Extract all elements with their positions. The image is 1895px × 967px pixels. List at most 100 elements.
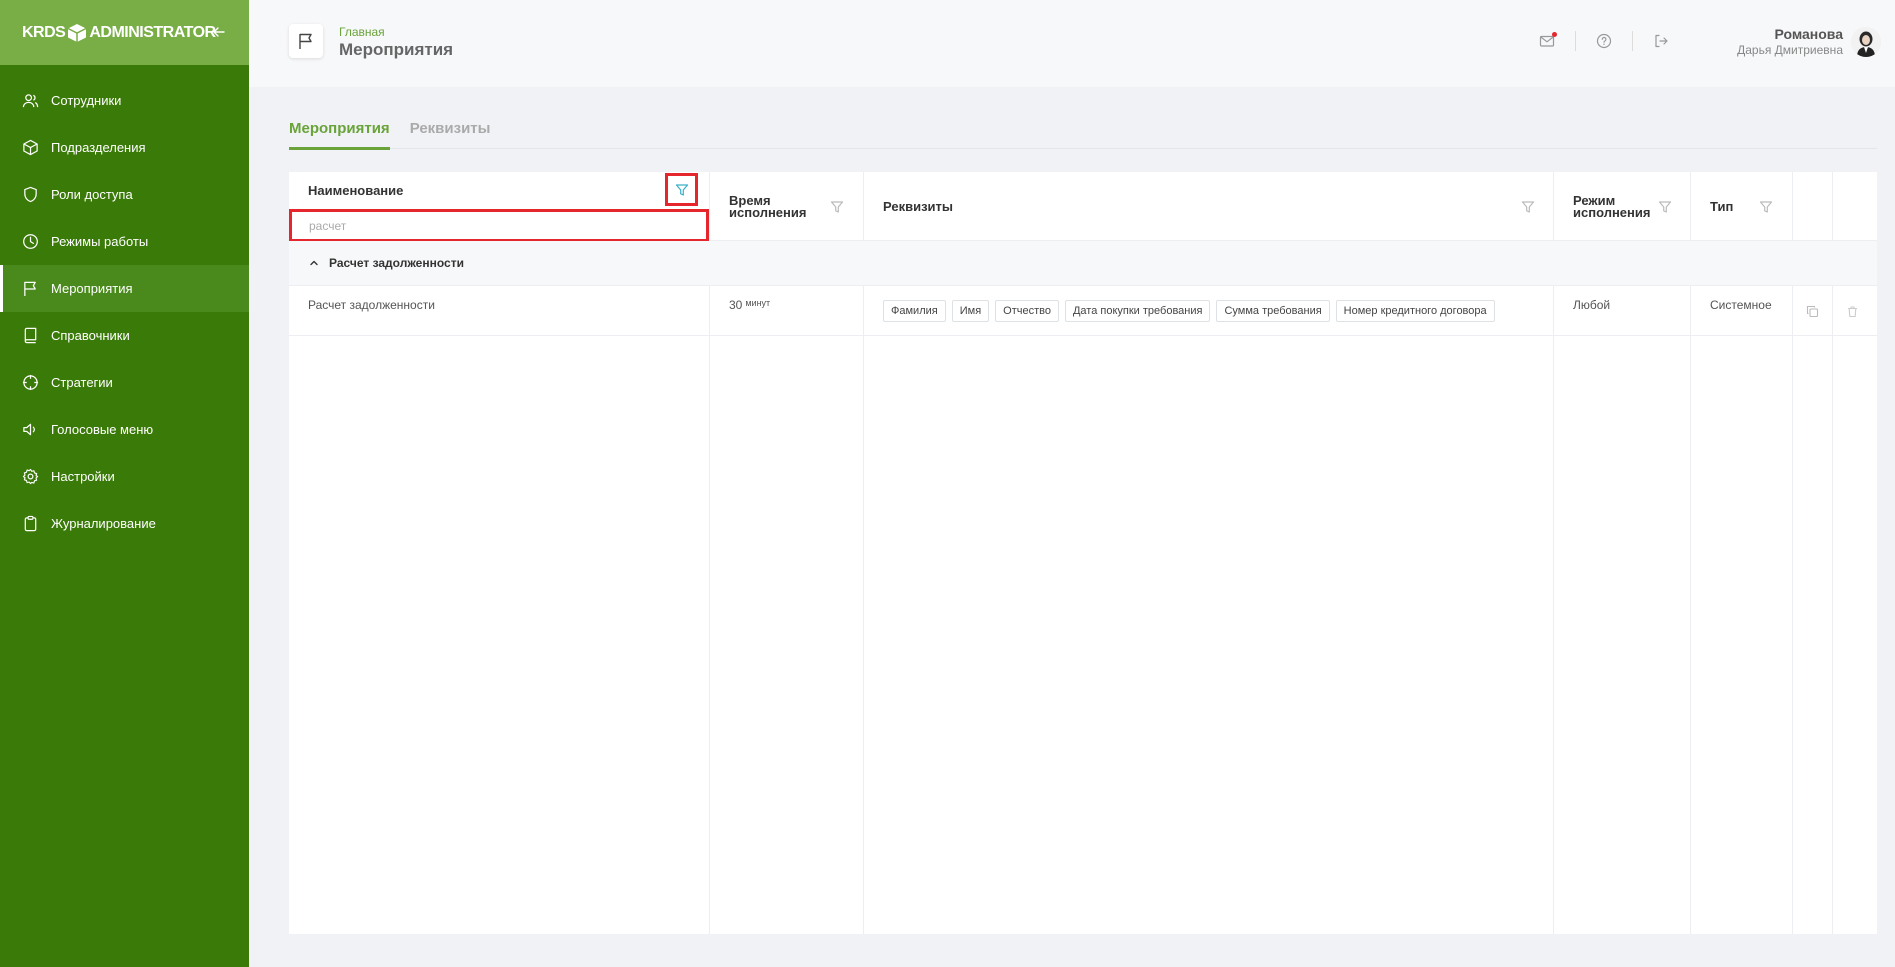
requisite-chip: Имя [951,300,990,322]
book-icon [24,327,37,344]
app-logo: KRDS ADMINISTRATOR [22,23,216,43]
tab-events[interactable]: Мероприятия [289,120,390,150]
requisite-chip: Номер кредитного договора [1335,300,1495,322]
logo-left-text: KRDS [22,23,66,41]
events-table: Наименование Время исполнения Реквизиты … [289,172,1877,934]
column-header-requisites: Реквизиты [883,172,953,241]
mode-filter-button[interactable] [1658,200,1672,214]
cube-icon [23,139,38,156]
user-first-name: Дарья Дмитриевна [1737,43,1843,57]
column-header-label: Тип [1710,198,1734,214]
sidebar-item-label: Мероприятия [51,281,133,296]
filter-icon [1521,201,1535,213]
column-header-label: Режим исполнения [1573,192,1651,220]
arrow-left-icon [213,27,225,37]
delete-button[interactable] [1845,304,1859,318]
type-filter-button[interactable] [1759,200,1773,214]
time-filter-button[interactable] [830,200,844,214]
column-header-type: Тип [1710,172,1733,241]
tab-requisites[interactable]: Реквизиты [410,120,491,149]
name-filter-button[interactable] [665,173,698,206]
sidebar-item-strategies[interactable]: Стратегии [0,359,249,406]
notification-dot [1552,32,1557,37]
sidebar-item-logging[interactable]: Журналирование [0,500,249,547]
avatar[interactable] [1851,27,1881,57]
speaker-icon [23,423,35,436]
cell-name: Расчет задолженности [308,298,435,312]
sidebar-item-employees[interactable]: Сотрудники [0,77,249,124]
table-header: Наименование Время исполнения Реквизиты … [289,172,1877,242]
copy-icon [1806,305,1818,317]
requisite-chips: Фамилия Имя Отчество Дата покупки требов… [883,286,1495,336]
logout-icon [1655,34,1668,48]
requisites-filter-button[interactable] [1521,200,1535,214]
group-label: Расчет задолженности [329,256,464,270]
cell-requisites: Фамилия Имя Отчество Дата покупки требов… [883,286,1495,336]
requisite-chip: Фамилия [883,300,946,322]
flag-icon [299,33,312,49]
header-actions [1538,31,1670,51]
filter-icon [830,201,844,213]
sidebar-item-label: Справочники [51,328,130,343]
users-icon [22,94,39,108]
sidebar-item-events[interactable]: Мероприятия [0,265,249,312]
page-icon [289,24,323,58]
clock-icon [23,234,38,249]
user-avatar-icon [1851,27,1881,57]
collapse-sidebar-button[interactable] [209,22,229,42]
name-search-field[interactable] [289,209,709,242]
sidebar-item-label: Подразделения [51,140,146,155]
sidebar-item-work-modes[interactable]: Режимы работы [0,218,249,265]
notifications-button[interactable] [1538,32,1557,50]
sidebar-item-label: Роли доступа [51,187,133,202]
sidebar-item-voice-menus[interactable]: Голосовые меню [0,406,249,453]
sidebar: KRDS ADMINISTRATOR Сотрудники Подразделе… [0,0,249,967]
sidebar-header: KRDS ADMINISTRATOR [0,0,249,65]
sidebar-item-label: Настройки [51,469,115,484]
sidebar-nav: Сотрудники Подразделения Роли доступа Ре… [0,77,249,547]
column-header-label: Время исполнения [729,192,807,220]
page-header: Главная Мероприятия Романова Дарья Дмитр… [249,0,1895,87]
gear-icon [22,468,39,485]
requisite-chip: Отчество [995,300,1059,322]
user-last-name: Романова [1774,26,1843,42]
sidebar-item-departments[interactable]: Подразделения [0,124,249,171]
sidebar-item-label: Голосовые меню [51,422,154,437]
help-circle-icon [1596,33,1612,49]
logo-cube-icon [68,23,87,42]
requisite-chip: Дата покупки требования [1064,300,1211,322]
sidebar-item-label: Сотрудники [51,93,122,108]
divider [1575,31,1576,51]
chevron-up-icon [310,260,318,266]
crosshair-icon [22,374,39,391]
tab-bar: Мероприятия Реквизиты [289,120,1877,150]
filter-icon [675,183,688,196]
logout-button[interactable] [1652,32,1670,50]
filter-icon [1658,201,1672,213]
filter-icon [1759,201,1773,213]
help-button[interactable] [1595,32,1613,50]
page-title: Мероприятия [339,40,454,59]
name-search-input[interactable] [292,212,706,239]
requisite-chip: Сумма требования [1216,300,1330,322]
cell-mode: Любой [1573,298,1611,312]
user-info[interactable]: Романова Дарья Дмитриевна [1737,26,1843,57]
column-header-label: Реквизиты [883,198,953,214]
column-header-name: Наименование [308,172,403,210]
sidebar-item-label: Режимы работы [51,234,149,249]
logo-right-text: ADMINISTRATOR [89,23,216,41]
cell-type: Системное [1710,298,1772,312]
copy-button[interactable] [1805,304,1819,318]
column-header-time: Время исполнения [729,172,839,241]
sidebar-item-directories[interactable]: Справочники [0,312,249,359]
time-unit: минут [745,298,771,308]
sidebar-item-label: Журналирование [51,516,156,531]
clipboard-icon [24,515,37,532]
sidebar-item-access-roles[interactable]: Роли доступа [0,171,249,218]
sidebar-item-settings[interactable]: Настройки [0,453,249,500]
trash-icon [1847,305,1857,317]
group-row[interactable]: Расчет задолженности [289,241,1877,286]
divider [1632,31,1633,51]
table-row[interactable]: Расчет задолженности 30 минут Фамилия Им… [289,286,1877,336]
breadcrumb-home-link[interactable]: Главная [339,25,385,39]
